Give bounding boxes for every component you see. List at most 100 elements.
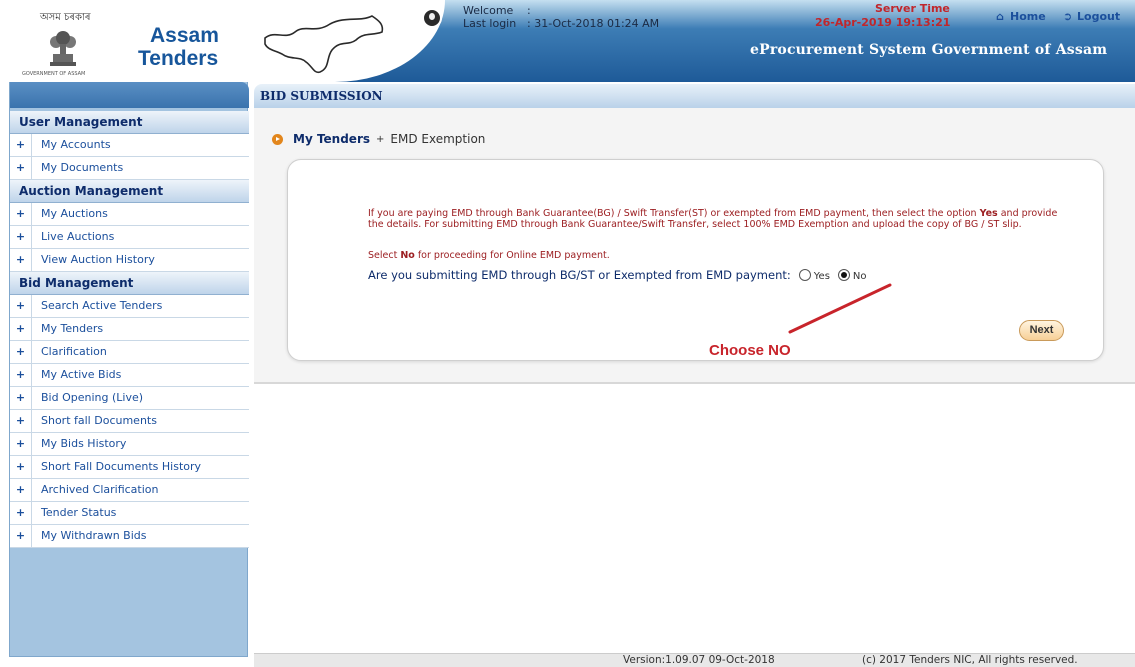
emd-exemption-panel: If you are paying EMD through Bank Guara…	[287, 159, 1104, 361]
sidebar: User Management + My Accounts + My Documen…	[9, 82, 249, 657]
sidebar-item-label: My Active Bids	[41, 368, 122, 381]
plus-bullet-icon: +	[10, 479, 32, 501]
avatar-head	[429, 13, 435, 20]
last-login-value: : 31-Oct-2018 01:24 AM	[527, 17, 660, 30]
sidebar-item-live-auctions[interactable]: + Live Auctions	[10, 226, 249, 249]
logo-caption: GOVERNMENT OF ASSAM	[22, 71, 86, 77]
sidebar-item-label: Short fall Documents	[41, 414, 157, 427]
breadcrumb-my-tenders-link[interactable]: My Tenders	[293, 132, 370, 146]
sidebar-item-tender-status[interactable]: + Tender Status	[10, 502, 249, 525]
content-body: My Tenders + EMD Exemption If you are pa…	[254, 108, 1135, 384]
radio-yes-label: Yes	[813, 271, 830, 282]
sidebar-item-label: My Bids History	[41, 437, 127, 450]
sidebar-item-my-documents[interactable]: + My Documents	[10, 157, 249, 180]
sidebar-item-my-withdrawn-bids[interactable]: + My Withdrawn Bids	[10, 525, 249, 548]
online-payment-hint: Select No for proceeding for Online EMD …	[368, 250, 610, 261]
sidebar-item-label: Bid Opening (Live)	[41, 391, 144, 404]
notice-text-bold: Yes	[979, 208, 998, 219]
logout-link[interactable]: ➲ Logout	[1063, 10, 1120, 23]
plus-bullet-icon: +	[10, 341, 32, 363]
hint-text-post: for proceeding for Online EMD payment.	[414, 250, 610, 261]
sidebar-item-label: Search Active Tenders	[41, 299, 163, 312]
sidebar-item-label: Live Auctions	[41, 230, 115, 243]
radio-no-label: No	[852, 271, 867, 282]
sidebar-item-label: My Withdrawn Bids	[41, 529, 147, 542]
section-auction-management: Auction Management	[10, 180, 249, 203]
assam-map-icon	[264, 15, 384, 74]
version-text: Version:1.09.07 09-Oct-2018	[623, 654, 775, 666]
sidebar-item-label: My Accounts	[41, 138, 111, 151]
breadcrumb: My Tenders + EMD Exemption	[272, 132, 485, 146]
home-icon: ⌂	[996, 10, 1004, 23]
sidebar-item-my-auctions[interactable]: + My Auctions	[10, 203, 249, 226]
radio-no[interactable]	[837, 269, 850, 281]
welcome-label: Welcome	[463, 4, 514, 17]
emd-notice-text: If you are paying EMD through Bank Guara…	[368, 208, 1058, 230]
plus-bullet-icon: +	[10, 157, 32, 179]
last-login-label: Last login	[463, 17, 517, 30]
notice-text-pre: If you are paying EMD through Bank Guara…	[368, 208, 980, 219]
emd-question-row: Are you submitting EMD through BG/ST or …	[368, 268, 867, 282]
sidebar-item-short-fall-documents[interactable]: + Short fall Documents	[10, 410, 249, 433]
next-button[interactable]: Next	[1019, 320, 1064, 341]
plus-bullet-icon: +	[10, 502, 32, 524]
plus-bullet-icon: +	[10, 433, 32, 455]
brand-name-line2: Tenders	[138, 47, 219, 70]
sidebar-item-label: My Documents	[41, 161, 124, 174]
sidebar-item-short-fall-documents-history[interactable]: + Short Fall Documents History	[10, 456, 249, 479]
breadcrumb-separator: +	[376, 133, 385, 145]
welcome-block: Welcome Last login	[463, 4, 516, 30]
sidebar-item-label: Short Fall Documents History	[41, 460, 202, 473]
copyright-text: (c) 2017 Tenders NIC, All rights reserve…	[862, 654, 1078, 666]
plus-bullet-icon: +	[10, 525, 32, 547]
plus-bullet-icon: +	[10, 295, 32, 317]
plus-bullet-icon: +	[10, 387, 32, 409]
sidebar-item-bid-opening-live[interactable]: + Bid Opening (Live)	[10, 387, 249, 410]
plus-bullet-icon: +	[10, 456, 32, 478]
sidebar-item-label: Archived Clarification	[41, 483, 159, 496]
plus-bullet-icon: +	[10, 226, 32, 248]
sidebar-item-label: View Auction History	[41, 253, 155, 266]
hint-text-bold: No	[400, 250, 415, 261]
sidebar-item-archived-clarification[interactable]: + Archived Clarification	[10, 479, 249, 502]
user-avatar-icon	[422, 8, 442, 28]
system-title: eProcurement System Government of Assam	[750, 42, 1108, 58]
sidebar-item-label: Tender Status	[41, 506, 117, 519]
state-emblem-icon	[50, 31, 76, 66]
logo-area: অসম চৰকাৰ GOVERNMENT OF ASSAM Assam Tend…	[0, 0, 255, 82]
sidebar-menu: User Management + My Accounts + My Documen…	[10, 111, 249, 548]
plus-bullet-icon: +	[10, 364, 32, 386]
brand-name-line1: Assam	[150, 24, 219, 47]
plus-bullet-icon: +	[10, 249, 32, 271]
logout-label: Logout	[1077, 10, 1121, 23]
page-title: BID SUBMISSION	[260, 89, 383, 103]
sidebar-item-my-tenders[interactable]: + My Tenders	[10, 318, 249, 341]
sidebar-item-label: My Tenders	[41, 322, 104, 335]
server-time-label: Server Time	[875, 2, 950, 15]
server-time-value: 26-Apr-2019 19:13:21	[815, 16, 951, 29]
sidebar-cap	[10, 82, 249, 108]
sidebar-item-my-active-bids[interactable]: + My Active Bids	[10, 364, 249, 387]
plus-bullet-icon: +	[10, 134, 32, 156]
content-header: BID SUBMISSION	[254, 84, 1135, 108]
annotation-text: Choose NO	[709, 342, 791, 359]
home-label: Home	[1010, 10, 1046, 23]
home-link[interactable]: ⌂ Home	[996, 10, 1046, 23]
sidebar-item-search-active-tenders[interactable]: + Search Active Tenders	[10, 295, 249, 318]
section-user-management: User Management	[10, 111, 249, 134]
sidebar-item-my-accounts[interactable]: + My Accounts	[10, 134, 249, 157]
plus-bullet-icon: +	[10, 318, 32, 340]
breadcrumb-bullet-icon	[272, 133, 283, 145]
page-footer: Version:1.09.07 09-Oct-2018 (c) 2017 Ten…	[254, 653, 1135, 667]
sidebar-item-clarification[interactable]: + Clarification	[10, 341, 249, 364]
radio-yes[interactable]	[798, 269, 811, 281]
section-bid-management: Bid Management	[10, 272, 249, 295]
hint-text-pre: Select	[368, 250, 401, 261]
sidebar-item-my-bids-history[interactable]: + My Bids History	[10, 433, 249, 456]
plus-bullet-icon: +	[10, 203, 32, 225]
welcome-user-value: :	[527, 4, 531, 17]
logout-icon: ➲	[1063, 10, 1073, 23]
sidebar-item-label: Clarification	[41, 345, 107, 358]
sidebar-item-view-auction-history[interactable]: + View Auction History	[10, 249, 249, 272]
plus-bullet-icon: +	[10, 410, 32, 432]
